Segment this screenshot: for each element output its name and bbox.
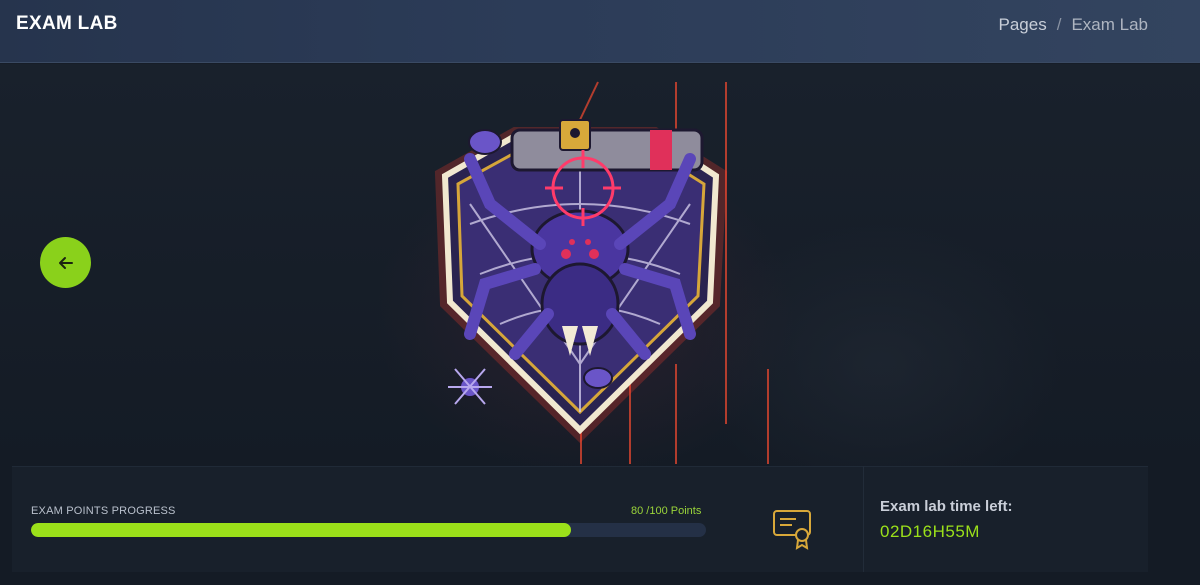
- breadcrumb-current: Exam Lab: [1071, 15, 1148, 34]
- progress-bar-fill: [31, 523, 571, 537]
- time-left-value: 02D16H55M: [880, 522, 980, 541]
- progress-points: 80 /100 Points: [631, 505, 702, 517]
- footer-panel: [12, 466, 1148, 572]
- page-title: EXAM LAB: [16, 13, 118, 34]
- progress-label: EXAM POINTS PROGRESS: [31, 505, 176, 517]
- footer-divider: [863, 466, 864, 572]
- page-header: EXAM LAB Pages / Exam Lab: [0, 0, 1200, 63]
- time-left-label: Exam lab time left:: [880, 498, 1013, 515]
- breadcrumb-separator: /: [1056, 15, 1062, 34]
- progress-bar: [31, 523, 706, 537]
- exam-lab-stage: [0, 64, 1200, 466]
- spider-emblem-icon: [434, 81, 769, 464]
- breadcrumb-pages-link[interactable]: Pages: [999, 15, 1047, 35]
- certificate-icon[interactable]: [772, 508, 814, 550]
- breadcrumb: Pages / Exam Lab: [999, 15, 1148, 35]
